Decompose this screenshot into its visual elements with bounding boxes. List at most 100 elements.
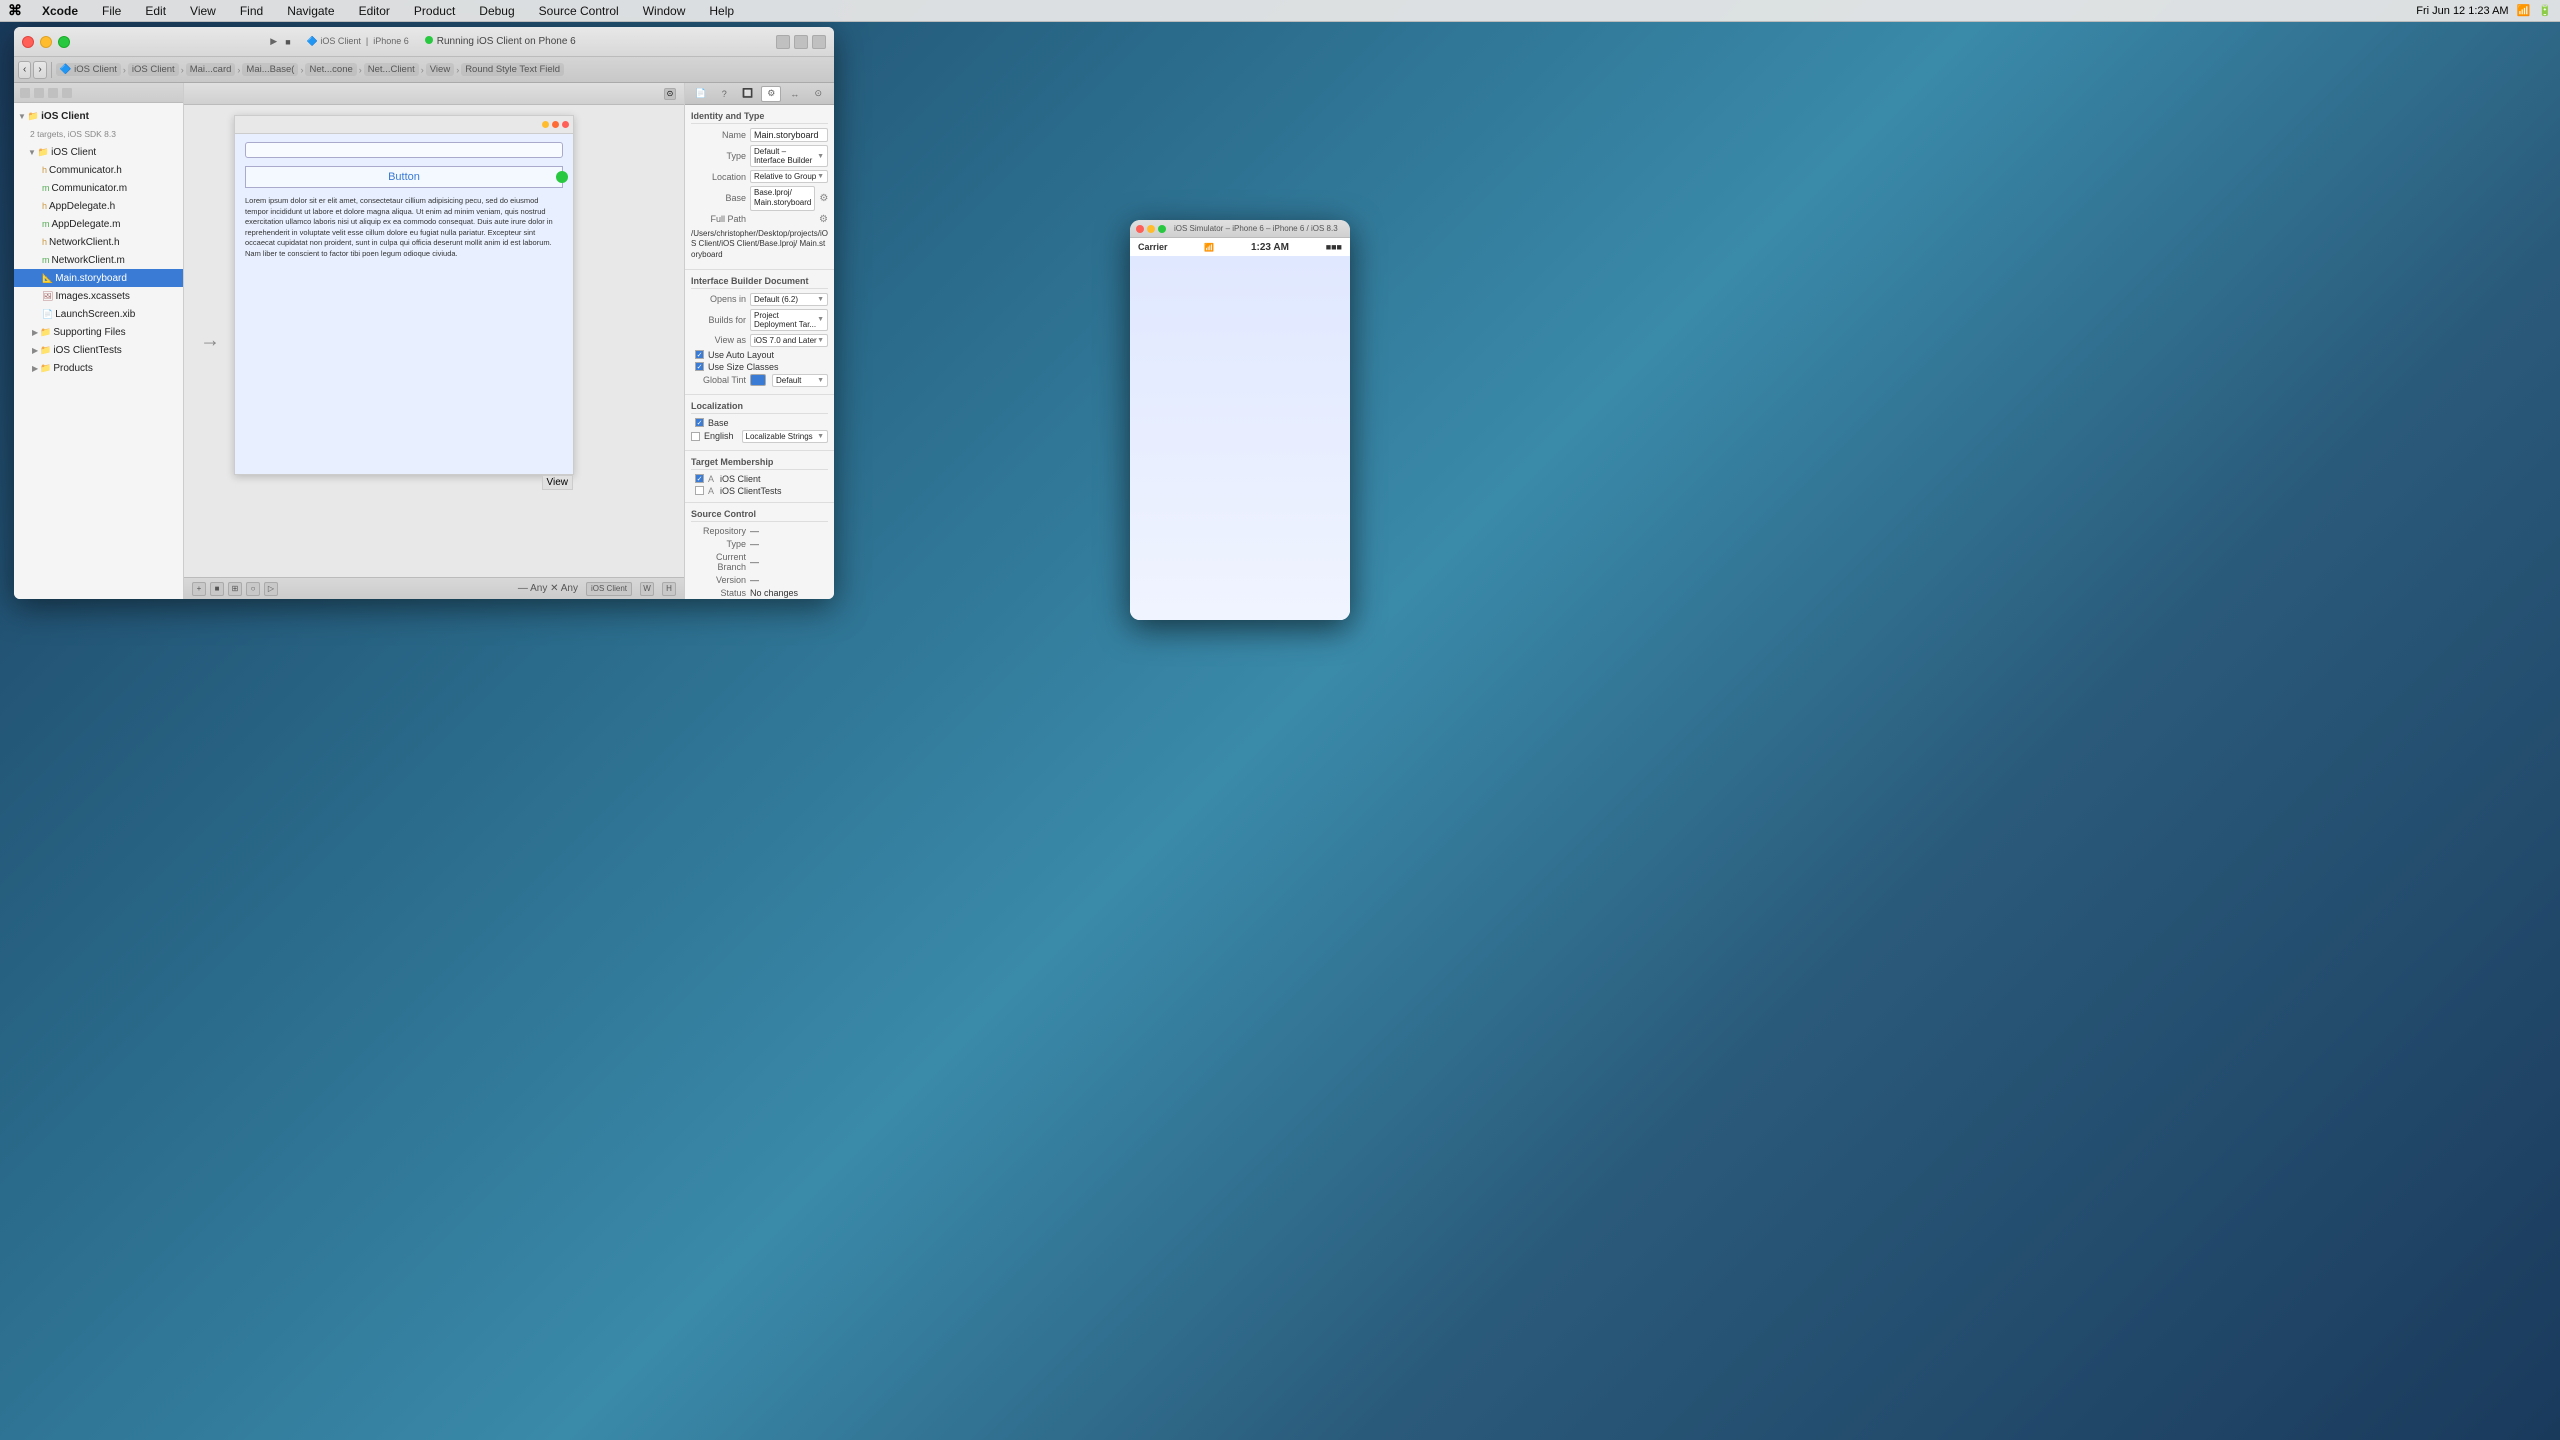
menu-help[interactable]: Help	[705, 4, 738, 18]
menu-product[interactable]: Product	[410, 4, 459, 18]
sidebar-tab-issues[interactable]	[48, 88, 58, 98]
insp-tab-size[interactable]: ↔	[785, 86, 805, 102]
editor-settings-btn[interactable]: ⊙	[664, 88, 676, 100]
target-label[interactable]: iOS Client	[586, 582, 632, 596]
back-button[interactable]: ‹	[18, 61, 31, 79]
sidebar-tab-search[interactable]	[34, 88, 44, 98]
menu-editor[interactable]: Editor	[355, 4, 394, 18]
menu-edit[interactable]: Edit	[141, 4, 170, 18]
text-field[interactable]	[245, 142, 563, 158]
insp-tab-quick-help[interactable]: ?	[714, 86, 734, 102]
vc-dots	[542, 121, 569, 128]
menu-debug[interactable]: Debug	[475, 4, 518, 18]
bc-net-client[interactable]: Net...Client	[364, 63, 419, 76]
sidebar-file-main-storyboard[interactable]: 📐 Main.storyboard	[14, 269, 183, 287]
tree-ios-client-group[interactable]: ▼ 📁 iOS Client	[14, 143, 183, 161]
type-label: Type	[691, 151, 746, 161]
inspector-tabs: 📄 ? 🔲 ⚙ ↔ ⊙	[685, 83, 834, 105]
sidebar-file-launchscreen[interactable]: 📄 LaunchScreen.xib	[14, 305, 183, 323]
sidebar-tab-files[interactable]	[20, 88, 30, 98]
menu-window[interactable]: Window	[639, 4, 690, 18]
bc-main-base[interactable]: Mai...Base(	[242, 63, 298, 76]
view-as-select[interactable]: iOS 7.0 and Later ▼	[750, 334, 828, 347]
menu-source-control[interactable]: Source Control	[535, 4, 623, 18]
global-tint-swatch[interactable]	[750, 374, 766, 386]
panel-toggle-bottom[interactable]	[794, 35, 808, 49]
bc-main-card[interactable]: Mai...card	[186, 63, 236, 76]
bc-net-cone[interactable]: Net...cone	[305, 63, 356, 76]
target-ios-client-checkbox[interactable]: ✓	[695, 474, 704, 483]
constraints-btn[interactable]: ⊞	[228, 582, 242, 596]
editor-bottom-bar: + ■ ⊞ ○ ▷ — Any ✕ Any iOS Client W H	[184, 577, 684, 599]
sidebar-file-images[interactable]: 🖼 Images.xcassets	[14, 287, 183, 305]
auto-layout-checkbox[interactable]: ✓	[695, 350, 704, 359]
target-ios-tests-checkbox[interactable]	[695, 486, 704, 495]
run-stop-controls[interactable]: ■	[285, 37, 290, 47]
insp-tab-file[interactable]: 📄	[691, 86, 711, 102]
bc-round-style[interactable]: Round Style Text Field	[461, 63, 564, 76]
sidebar-folder-products[interactable]: ▶ 📁 Products	[14, 359, 183, 377]
sidebar-folder-supporting[interactable]: ▶ 📁 Supporting Files	[14, 323, 183, 341]
target-membership-title: Target Membership	[691, 455, 828, 470]
apple-menu[interactable]: ⌘	[8, 2, 22, 19]
sidebar-file-networkclient-m[interactable]: m NetworkClient.m	[14, 251, 183, 269]
minimize-button[interactable]	[40, 36, 52, 48]
status-value: No changes	[750, 588, 798, 598]
menu-navigate[interactable]: Navigate	[283, 4, 338, 18]
sidebar-file-appdelegate-m[interactable]: m AppDelegate.m	[14, 215, 183, 233]
builds-for-select[interactable]: Project Deployment Tar... ▼	[750, 309, 828, 331]
h-toggle[interactable]: H	[662, 582, 676, 596]
sim-min-btn[interactable]	[1147, 225, 1155, 233]
forward-button[interactable]: ›	[33, 61, 46, 79]
sim-max-btn[interactable]	[1158, 225, 1166, 233]
maximize-button[interactable]	[58, 36, 70, 48]
type-select[interactable]: Default – Interface Builder ▼	[750, 145, 828, 167]
fullpath-value: /Users/christopher/Desktop/projects/iOS …	[691, 227, 828, 262]
view-controller[interactable]: Button Lorem ipsum dolor sit er elit ame…	[234, 115, 574, 475]
bc-ios-client[interactable]: 🔷 iOS Client	[56, 63, 121, 76]
sidebar-file-communicator-m[interactable]: m Communicator.m	[14, 179, 183, 197]
view-as-label: View as	[691, 335, 746, 345]
storyboard-canvas[interactable]: → Button	[184, 105, 684, 577]
base-settings-icon[interactable]: ⚙	[819, 193, 828, 204]
bc-view[interactable]: View	[426, 63, 454, 76]
ib-section-title: Interface Builder Document	[691, 274, 828, 289]
insp-tab-connections[interactable]: ⊙	[808, 86, 828, 102]
insp-tab-identity[interactable]: 🔲	[738, 86, 758, 102]
size-classes-checkbox[interactable]: ✓	[695, 362, 704, 371]
english-checkbox[interactable]	[691, 432, 700, 441]
menu-view[interactable]: View	[186, 4, 220, 18]
sidebar-folder-tests[interactable]: ▶ 📁 iOS ClientTests	[14, 341, 183, 359]
layout-btn[interactable]: ■	[210, 582, 224, 596]
close-button[interactable]	[22, 36, 34, 48]
menu-xcode[interactable]: Xcode	[38, 4, 82, 18]
tree-project-root[interactable]: ▼ 📁 iOS Client	[14, 107, 183, 125]
sidebar-tab-debug[interactable]	[62, 88, 72, 98]
base-localization-checkbox[interactable]: ✓	[695, 418, 704, 427]
issues-btn[interactable]: ○	[246, 582, 260, 596]
vc-button-outlet[interactable]	[556, 171, 568, 183]
panel-toggle-right[interactable]	[812, 35, 826, 49]
menu-find[interactable]: Find	[236, 4, 267, 18]
location-select[interactable]: Relative to Group ▼	[750, 170, 828, 183]
vc-button[interactable]: Button	[245, 166, 563, 188]
name-value[interactable]: Main.storyboard	[750, 128, 828, 142]
sim-close-btn[interactable]	[1136, 225, 1144, 233]
wh-toggle[interactable]: W	[640, 582, 654, 596]
bc-ios-client2[interactable]: iOS Client	[128, 63, 179, 76]
sidebar-file-appdelegate-h[interactable]: h AppDelegate.h	[14, 197, 183, 215]
insp-tab-attributes[interactable]: ⚙	[761, 86, 781, 102]
inspector-panel: 📄 ? 🔲 ⚙ ↔ ⊙ Identity and Type Name Main.…	[684, 83, 834, 599]
global-tint-select[interactable]: Default ▼	[772, 374, 828, 387]
resolve-btn[interactable]: ▷	[264, 582, 278, 596]
panel-toggle-left[interactable]	[776, 35, 790, 49]
fullpath-settings-icon[interactable]: ⚙	[819, 214, 828, 225]
sidebar-file-networkclient-h[interactable]: h NetworkClient.h	[14, 233, 183, 251]
opens-in-select[interactable]: Default (6.2) ▼	[750, 293, 828, 306]
english-select[interactable]: Localizable Strings ▼	[742, 430, 828, 443]
sc-type-label: Type	[691, 539, 746, 549]
sidebar-file-communicator-h[interactable]: h Communicator.h	[14, 161, 183, 179]
add-object-btn[interactable]: +	[192, 582, 206, 596]
ios-simulator: iOS Simulator – iPhone 6 – iPhone 6 / iO…	[1130, 220, 1350, 620]
menu-file[interactable]: File	[98, 4, 125, 18]
